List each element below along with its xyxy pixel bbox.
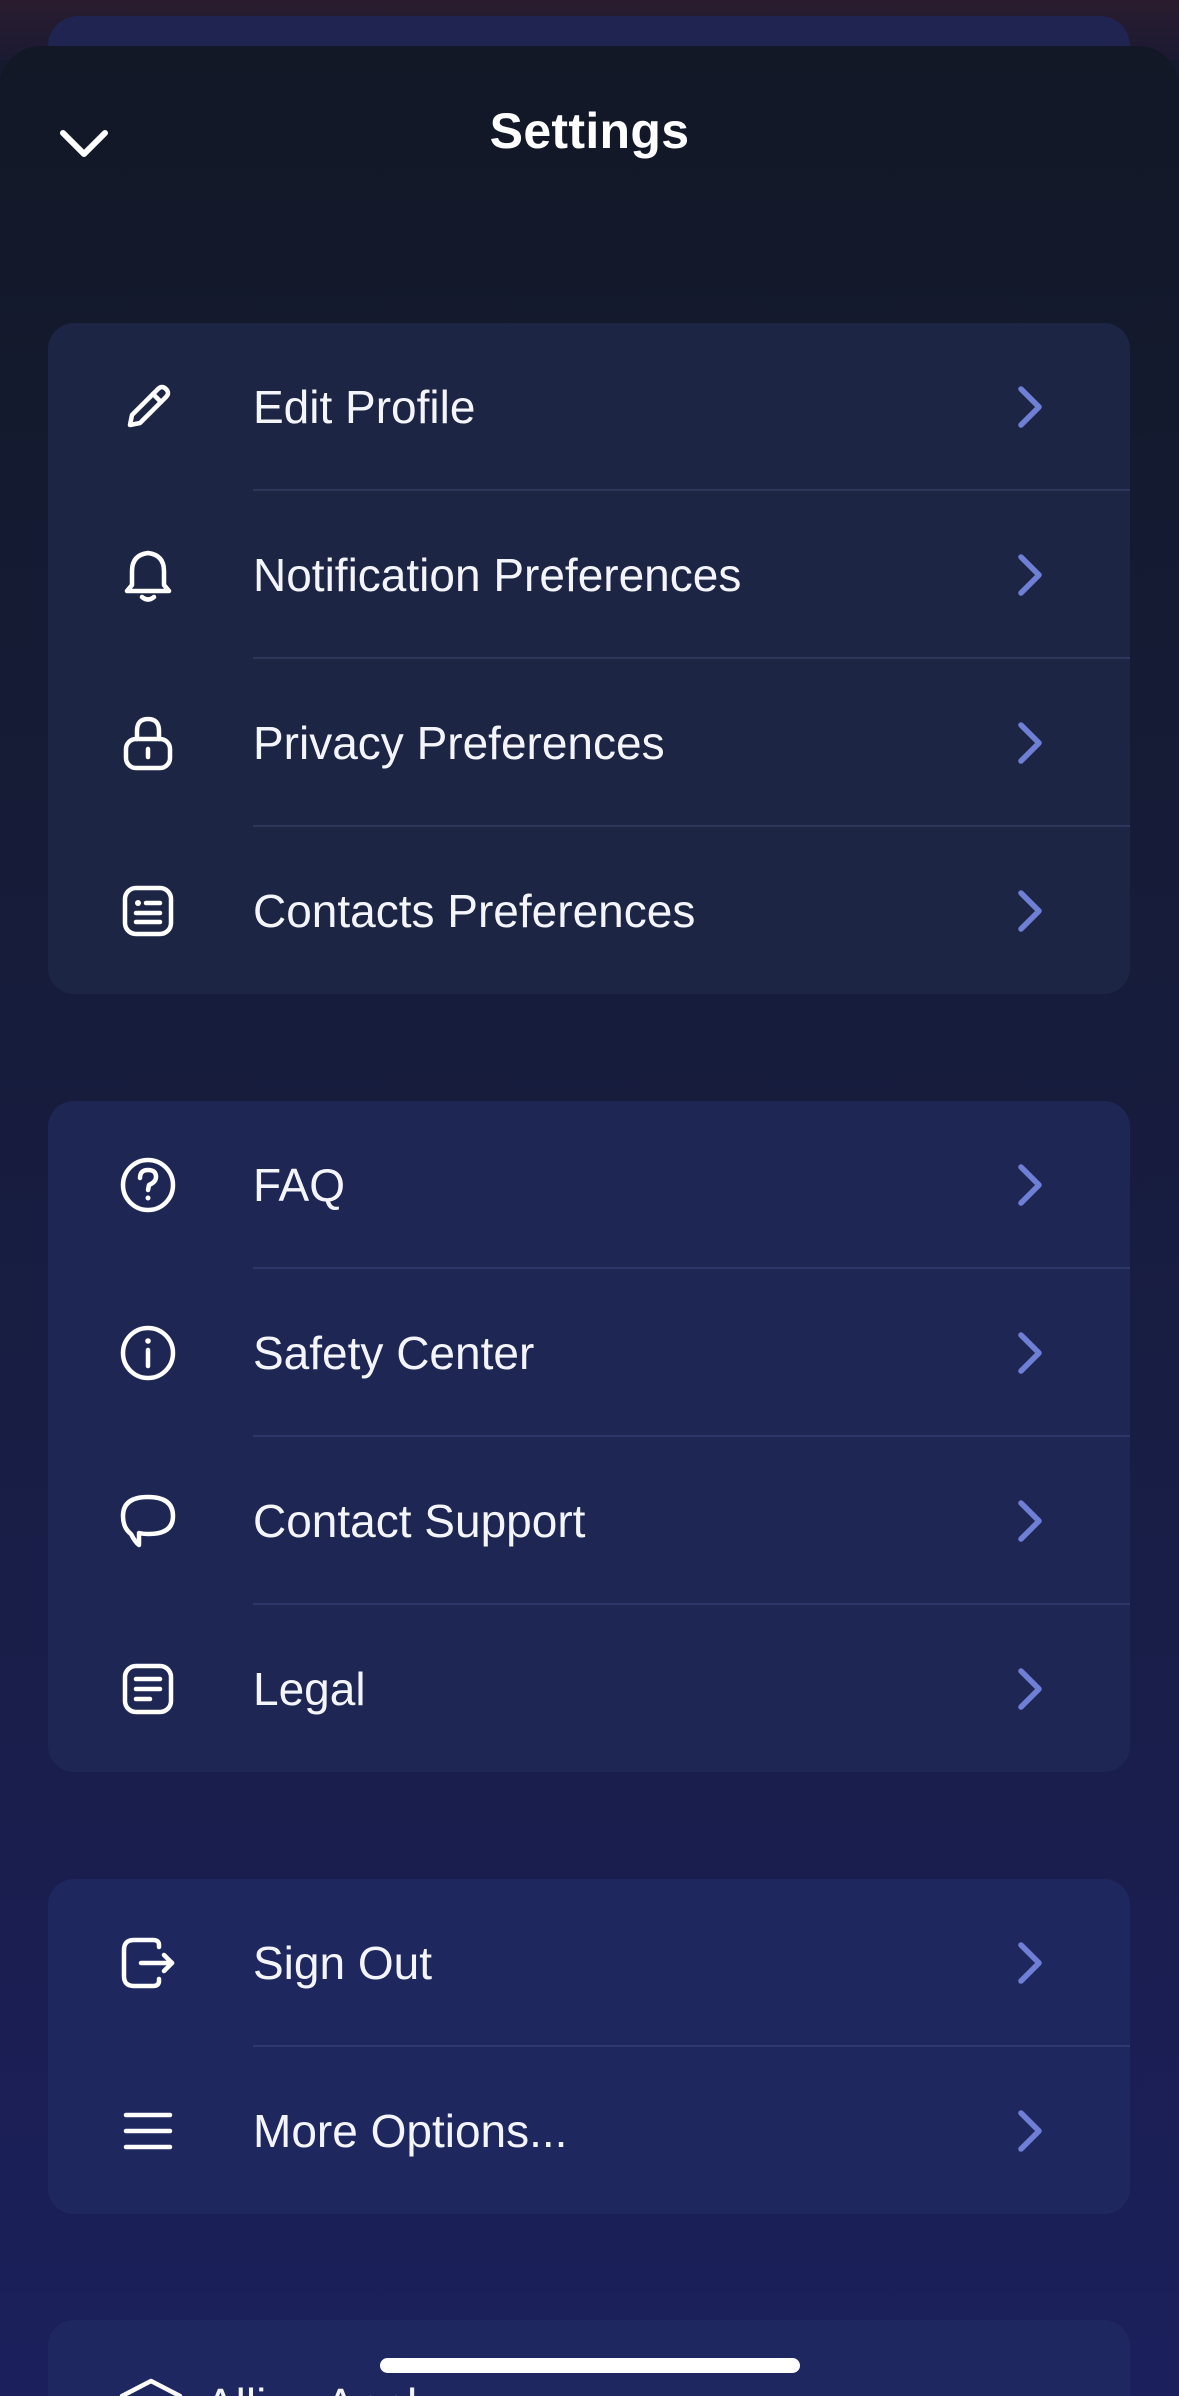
settings-item-label: Legal xyxy=(253,1663,366,1715)
pencil-icon xyxy=(118,377,178,437)
settings-item-label: Sign Out xyxy=(253,1937,432,1989)
settings-item-privacy-preferences[interactable]: Privacy Preferences xyxy=(48,659,1130,827)
settings-item-label: FAQ xyxy=(253,1159,346,1211)
settings-item-faq[interactable]: FAQ xyxy=(48,1101,1130,1269)
chevron-right-icon xyxy=(1010,550,1050,600)
chevron-right-icon xyxy=(1010,1328,1050,1378)
lock-icon xyxy=(118,713,178,773)
settings-item-label: Safety Center xyxy=(253,1327,535,1379)
settings-item-more-options[interactable]: More Options... xyxy=(48,2047,1130,2214)
chevron-right-icon xyxy=(1010,1664,1050,1714)
question-circle-icon xyxy=(118,1155,178,1215)
settings-item-legal[interactable]: Legal xyxy=(48,1605,1130,1772)
settings-item-contacts-preferences[interactable]: Contacts Preferences xyxy=(48,827,1130,994)
settings-item-notification-preferences[interactable]: Notification Preferences xyxy=(48,491,1130,659)
chevron-right-icon xyxy=(1010,1160,1050,1210)
home-indicator[interactable] xyxy=(380,2358,800,2373)
settings-group-help: FAQ Safety Center Contact Support Legal xyxy=(48,1101,1130,1772)
settings-item-label: More Options... xyxy=(253,2105,568,2157)
menu-icon xyxy=(118,2101,178,2161)
settings-sheet: Settings Edit Profile Notification Prefe… xyxy=(0,46,1179,2396)
chevron-right-icon xyxy=(1010,886,1050,936)
chevron-right-icon xyxy=(1010,1938,1050,1988)
chevron-right-icon xyxy=(1010,1496,1050,1546)
info-circle-icon xyxy=(118,1323,178,1383)
settings-item-label: Notification Preferences xyxy=(253,549,742,601)
settings-group-account: Edit Profile Notification Preferences Pr… xyxy=(48,323,1130,994)
settings-item-label: Edit Profile xyxy=(253,381,476,433)
settings-item-sign-out[interactable]: Sign Out xyxy=(48,1879,1130,2047)
settings-item-label-partial[interactable]: Allies Apply xyxy=(205,2378,440,2396)
home-icon xyxy=(118,2378,184,2396)
chevron-right-icon xyxy=(1010,718,1050,768)
settings-item-label: Contact Support xyxy=(253,1495,586,1547)
page-title: Settings xyxy=(489,103,690,159)
sign-out-icon xyxy=(118,1933,178,1993)
sheet-header: Settings xyxy=(0,46,1179,216)
speech-bubble-icon xyxy=(118,1491,178,1551)
chevron-right-icon xyxy=(1010,2106,1050,2156)
chevron-right-icon xyxy=(1010,382,1050,432)
settings-item-safety-center[interactable]: Safety Center xyxy=(48,1269,1130,1437)
settings-group-session: Sign Out More Options... xyxy=(48,1879,1130,2214)
settings-item-label: Contacts Preferences xyxy=(253,885,696,937)
document-icon xyxy=(118,1659,178,1719)
settings-item-label: Privacy Preferences xyxy=(253,717,665,769)
contact-card-icon xyxy=(118,881,178,941)
settings-item-contact-support[interactable]: Contact Support xyxy=(48,1437,1130,1605)
bell-icon xyxy=(118,545,178,605)
settings-item-edit-profile[interactable]: Edit Profile xyxy=(48,323,1130,491)
